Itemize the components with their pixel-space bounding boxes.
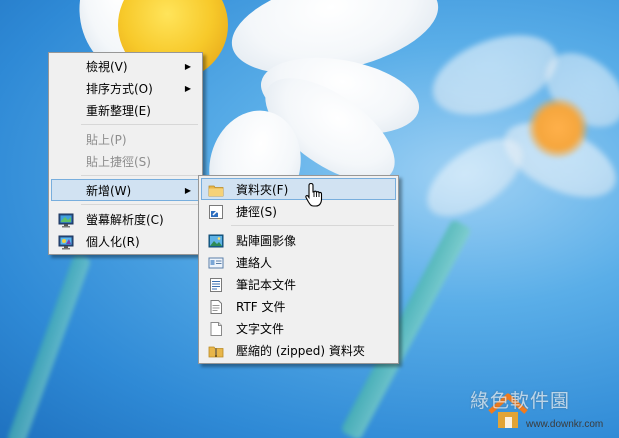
bitmap-image-icon xyxy=(208,234,224,248)
watermark-url: www.downkr.com xyxy=(526,419,604,430)
menu-item-label: 連絡人 xyxy=(236,256,273,270)
zip-folder-icon xyxy=(208,346,224,358)
menu-item-view[interactable]: 檢視(V) ▶ xyxy=(51,55,200,77)
wallpaper-stem xyxy=(6,252,92,438)
hand-pointer-cursor-icon xyxy=(305,182,323,207)
submenu-item-contact[interactable]: 連絡人 xyxy=(201,251,396,273)
menu-item-label: 貼上(P) xyxy=(86,133,127,147)
submenu-item-zip-folder[interactable]: 壓縮的 (zipped) 資料夾 xyxy=(201,339,396,361)
menu-item-label: 捷徑(S) xyxy=(236,205,277,219)
submenu-item-folder[interactable]: 資料夾(F) xyxy=(201,178,396,200)
contact-card-icon xyxy=(208,257,224,269)
submenu-item-shortcut[interactable]: 捷徑(S) xyxy=(201,200,396,222)
menu-item-label: 檢視(V) xyxy=(86,60,128,74)
menu-item-label: 貼上捷徑(S) xyxy=(86,155,151,169)
submenu-item-notepad-document[interactable]: 筆記本文件 xyxy=(201,273,396,295)
menu-item-refresh[interactable]: 重新整理(E) xyxy=(51,99,200,121)
menu-item-label: 個人化(R) xyxy=(86,235,140,249)
menu-separator xyxy=(81,204,198,205)
monitor-icon xyxy=(58,213,74,228)
submenu-item-rtf-document[interactable]: RTF 文件 xyxy=(201,295,396,317)
new-submenu: 資料夾(F) 捷徑(S) 點陣圖影像 連絡人 筆記本文件 RTF 文件 文字文件… xyxy=(198,175,399,364)
menu-item-label: 筆記本文件 xyxy=(236,278,297,292)
folder-icon xyxy=(208,185,224,197)
menu-item-label: 壓縮的 (zipped) 資料夾 xyxy=(236,344,365,358)
menu-item-label: 新增(W) xyxy=(86,184,132,198)
menu-item-paste-shortcut[interactable]: 貼上捷徑(S) xyxy=(51,150,200,172)
menu-item-sort-by[interactable]: 排序方式(O) ▶ xyxy=(51,77,200,99)
menu-item-label: RTF 文件 xyxy=(236,300,286,314)
menu-item-label: 排序方式(O) xyxy=(86,82,153,96)
notepad-document-icon xyxy=(210,278,222,292)
submenu-arrow-icon: ▶ xyxy=(184,62,191,71)
text-document-icon xyxy=(210,322,222,336)
menu-item-label: 資料夾(F) xyxy=(236,183,289,197)
menu-separator xyxy=(81,175,198,176)
menu-item-label: 點陣圖影像 xyxy=(236,234,297,248)
desktop-context-menu: 檢視(V) ▶ 排序方式(O) ▶ 重新整理(E) 貼上(P) 貼上捷徑(S) … xyxy=(48,52,203,255)
menu-item-label: 螢幕解析度(C) xyxy=(86,213,164,227)
shortcut-icon xyxy=(209,205,223,219)
menu-item-screen-resolution[interactable]: 螢幕解析度(C) xyxy=(51,208,200,230)
menu-item-label: 重新整理(E) xyxy=(86,104,151,118)
menu-item-personalize[interactable]: 個人化(R) xyxy=(51,230,200,252)
rtf-document-icon xyxy=(210,300,222,314)
submenu-item-bitmap-image[interactable]: 點陣圖影像 xyxy=(201,229,396,251)
personalize-monitor-icon xyxy=(58,235,74,250)
submenu-item-text-document[interactable]: 文字文件 xyxy=(201,317,396,339)
menu-item-label: 文字文件 xyxy=(236,322,285,336)
menu-item-paste[interactable]: 貼上(P) xyxy=(51,128,200,150)
menu-item-new[interactable]: 新增(W) ▶ xyxy=(51,179,200,201)
menu-separator xyxy=(81,124,198,125)
submenu-arrow-icon: ▶ xyxy=(184,186,191,195)
wallpaper-flower-center xyxy=(528,98,588,158)
menu-separator xyxy=(231,225,394,226)
submenu-arrow-icon: ▶ xyxy=(184,84,191,93)
watermark-text: 綠色軟件園 xyxy=(470,390,571,412)
